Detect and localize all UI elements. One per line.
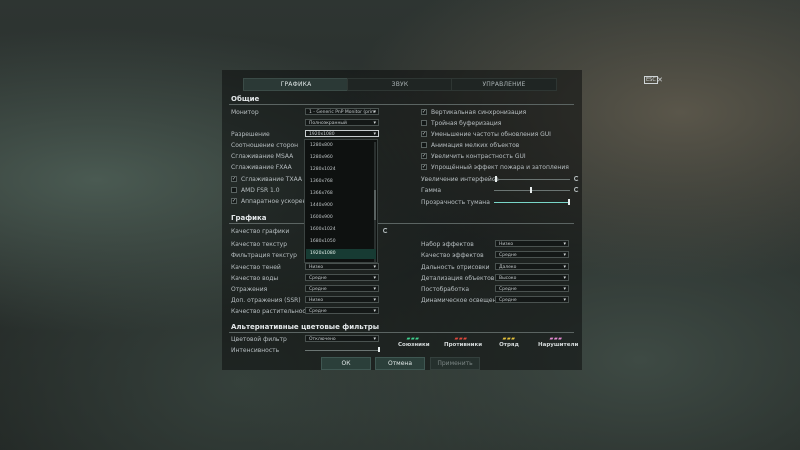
gui-contrast-checkbox[interactable]: ✓ [421, 153, 427, 159]
filter-enemies: ▰▰▰ Противники [444, 336, 483, 348]
resolution-option[interactable]: 1366x768 [310, 191, 333, 196]
gui-refresh-label: Уменьшение частоты обновления GUI [431, 131, 551, 138]
ui-scale-slider-handle[interactable] [495, 176, 498, 182]
vegetation-label: Качество растительности [231, 308, 314, 315]
texture-quality-label: Качество текстур [231, 241, 288, 248]
resolution-option[interactable]: 1360x768 [310, 179, 333, 184]
gui-contrast-label: Увеличить контрастность GUI [431, 153, 526, 160]
close-icon[interactable]: ✕ [657, 76, 663, 84]
ui-scale-slider[interactable] [494, 179, 570, 180]
msaa-label: Сглаживание MSAA [231, 153, 294, 160]
gamma-label: Гамма [421, 187, 442, 194]
triple-buffer-label: Тройная буферизация [431, 120, 502, 127]
color-filter-label: Цветовой фильтр [231, 336, 287, 343]
cancel-button[interactable]: Отмена [375, 357, 425, 370]
fog-slider-handle[interactable] [568, 199, 570, 205]
triple-buffer-checkbox[interactable] [421, 120, 427, 126]
reset-icon[interactable] [574, 176, 579, 181]
small-objects-anim-checkbox[interactable] [421, 142, 427, 148]
color-filter-select[interactable]: Отключено [305, 335, 379, 342]
resolution-option[interactable]: 1280x960 [310, 155, 333, 160]
fire-effect-checkbox[interactable]: ✓ [421, 164, 427, 170]
gui-refresh-checkbox[interactable]: ✓ [421, 131, 427, 137]
vsync-checkbox[interactable]: ✓ [421, 109, 427, 115]
fog-slider[interactable] [494, 202, 570, 203]
resolution-option[interactable]: 1280x1024 [310, 167, 336, 172]
txaa-label: Сглаживание TXAA [241, 176, 302, 183]
intensity-label: Интенсивность [231, 347, 280, 354]
effects-set-label: Набор эффектов [421, 241, 474, 248]
gamma-slider[interactable] [494, 190, 570, 191]
resolution-option[interactable]: 1600x900 [310, 215, 333, 220]
monitor-label: Монитор [231, 109, 259, 116]
filter-division: ▰▰▰ Отряд [494, 336, 524, 348]
fire-effect-label: Упрощённый эффект пожара и затопления [431, 164, 569, 171]
effects-quality-label: Качество эффектов [421, 252, 484, 259]
postprocess-label: Постобработка [421, 286, 469, 293]
reflections-select[interactable]: Средне [305, 285, 379, 292]
dynamic-light-select[interactable]: Средне [495, 296, 569, 303]
vegetation-select[interactable]: Средне [305, 307, 379, 314]
graphics-quality-label: Качество графики [231, 228, 290, 235]
fsr-label: AMD FSR 1.0 [241, 187, 280, 194]
section-divider [229, 332, 574, 333]
tab-sound[interactable]: ЗВУК [347, 78, 453, 91]
section-divider [229, 223, 574, 224]
reset-icon[interactable] [574, 187, 579, 192]
section-general-title: Общие [231, 95, 260, 103]
texture-filter-label: Фильтрация текстур [231, 252, 297, 259]
fog-label: Прозрачность тумана [421, 199, 490, 206]
apply-button[interactable]: Применить [430, 357, 480, 370]
effects-quality-select[interactable]: Средне [495, 251, 569, 258]
draw-distance-select[interactable]: Далеко [495, 263, 569, 270]
section-filters-title: Альтернативные цветовые фильтры [231, 323, 380, 331]
resolution-option[interactable]: 1920x1080 [310, 251, 336, 256]
section-divider [229, 104, 574, 105]
ok-button[interactable]: ОК [321, 357, 371, 370]
hwaccel-checkbox[interactable]: ✓ [231, 198, 237, 204]
display-mode-select[interactable]: Полноэкранный [305, 119, 379, 126]
resolution-dropdown-list: 1280x800 1280x960 1280x1024 1360x768 1366x76… [304, 139, 378, 263]
aspect-label: Соотношение сторон [231, 142, 299, 149]
section-graphics-title: Графика [231, 214, 267, 222]
ssr-label: Доп. отражения (SSR) [231, 297, 301, 304]
intensity-slider[interactable] [305, 350, 378, 351]
object-detail-select[interactable]: Высоко [495, 274, 569, 281]
txaa-checkbox[interactable]: ✓ [231, 176, 237, 182]
resolution-option[interactable]: 1280x800 [310, 143, 333, 148]
dropdown-scrollbar-thumb[interactable] [374, 190, 376, 220]
resolution-select[interactable]: 1920x1080 [305, 130, 379, 137]
ssr-select[interactable]: Низко [305, 296, 379, 303]
ui-scale-label: Увеличение интерфейса [421, 176, 499, 183]
object-detail-label: Детализация объектов [421, 275, 495, 282]
resolution-option[interactable]: 1440x900 [310, 203, 333, 208]
fxaa-label: Сглаживание FXAA [231, 164, 292, 171]
shadow-quality-select[interactable]: Низко [305, 263, 379, 270]
draw-distance-label: Дальность отрисовки [421, 264, 490, 271]
filter-allies: ▰▰▰ Союзники [398, 336, 430, 348]
tab-graphics[interactable]: ГРАФИКА [243, 78, 349, 91]
tab-controls[interactable]: УПРАВЛЕНИЕ [451, 78, 557, 91]
esc-key-icon[interactable]: ESC [644, 76, 658, 84]
small-objects-anim-label: Анимация мелких объектов [431, 142, 520, 149]
dynamic-light-label: Динамическое освещение [421, 297, 505, 304]
resolution-label: Разрешение [231, 131, 270, 138]
loading-icon [383, 228, 388, 233]
monitor-select[interactable]: 1 - Generic PnP Monitor (prim [305, 108, 379, 115]
water-quality-select[interactable]: Средне [305, 274, 379, 281]
filter-violators: ▰▰▰ Нарушители [538, 336, 579, 348]
water-quality-label: Качество воды [231, 275, 279, 282]
vsync-label: Вертикальная синхронизация [431, 109, 527, 116]
reflections-label: Отражения [231, 286, 268, 293]
postprocess-select[interactable]: Средне [495, 285, 569, 292]
resolution-option[interactable]: 1680x1050 [310, 239, 336, 244]
gamma-slider-handle[interactable] [529, 187, 532, 193]
fsr-checkbox[interactable] [231, 187, 237, 193]
intensity-slider-handle[interactable] [378, 347, 380, 352]
resolution-option[interactable]: 1600x1024 [310, 227, 336, 232]
shadow-quality-label: Качество теней [231, 264, 281, 271]
effects-set-select[interactable]: Низко [495, 240, 569, 247]
